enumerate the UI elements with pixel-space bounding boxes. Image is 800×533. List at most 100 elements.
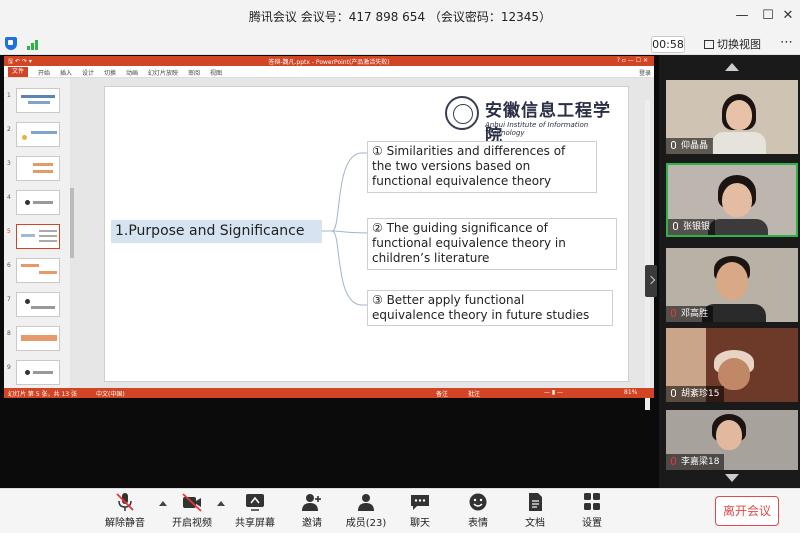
participant-tile[interactable]: 李嘉梁18 <box>666 410 798 470</box>
ribbon-tab-file[interactable]: 文件 <box>8 67 29 77</box>
point-1-line-3: functional equivalence theory <box>372 174 552 188</box>
settings-label: 设置 <box>582 518 602 529</box>
point-1-line-2: the two versions based on <box>372 159 531 173</box>
point-2-line-1: ② The guiding significance of <box>372 221 548 235</box>
start-video-button[interactable]: 开启视频 <box>162 492 222 529</box>
documents-button[interactable]: 文档 <box>505 492 565 529</box>
participant-nameplate: 仰晶晶 <box>666 138 714 154</box>
more-options-icon[interactable]: ⋯ <box>780 35 793 50</box>
chat-label: 聊天 <box>410 518 430 529</box>
unmute-button[interactable]: 解除静音 <box>95 492 155 529</box>
slide-thumbnail[interactable] <box>16 190 60 215</box>
share-screen-icon <box>246 494 264 511</box>
logo-english-name: Anhui Institute of Information Technolog… <box>485 121 589 137</box>
unmute-label: 解除静音 <box>105 518 145 529</box>
participant-nameplate: 胡紊珍15 <box>666 386 725 402</box>
participant-name: 仰晶晶 <box>681 141 709 151</box>
participant-tile[interactable]: 胡紊珍15 <box>666 328 798 402</box>
chat-bubble-icon <box>411 495 429 510</box>
video-options-chevron-icon[interactable] <box>217 501 225 506</box>
ribbon-tab-home[interactable]: 开始 <box>38 68 50 77</box>
thumbnail-number: 5 <box>7 228 11 235</box>
switch-view-button[interactable]: 切换视图 <box>704 36 761 53</box>
share-screen-button[interactable]: 共享屏幕 <box>225 492 285 529</box>
title-bar: 腾讯会议 会议号：417 898 654 （会议密码：12345） — ☐ ✕ <box>0 0 800 32</box>
ribbon-tab-animations[interactable]: 动画 <box>126 68 138 77</box>
settings-grid-icon <box>584 493 600 510</box>
slide-thumbnail[interactable] <box>16 360 60 385</box>
notes-button[interactable]: 备注 <box>436 389 448 398</box>
meeting-controls-bar: 解除静音 开启视频 共享屏幕 邀请 成员(23) 聊天 表情 文档 设置 离开会… <box>0 488 800 533</box>
slide-thumbnail[interactable] <box>16 88 60 113</box>
security-shield-icon[interactable] <box>5 37 17 50</box>
slide-thumbnail[interactable] <box>16 258 60 283</box>
current-slide[interactable]: 安徽信息工程学院 Anhui Institute of Information … <box>104 86 629 382</box>
ppt-status-bar: 幻灯片 第 5 张，共 13 张 中文(中国) 备注 批注 — ▮ — 81% <box>4 388 654 398</box>
ppt-window-controls[interactable]: ? ▫ — ☐ ✕ <box>617 57 648 64</box>
scroll-down-icon[interactable] <box>725 474 739 482</box>
chat-button[interactable]: 聊天 <box>390 492 450 529</box>
zoom-slider[interactable]: — ▮ — <box>544 389 563 396</box>
ribbon-tab-transitions[interactable]: 切换 <box>104 68 116 77</box>
members-icon <box>358 494 374 511</box>
switch-view-label: 切换视图 <box>717 38 761 51</box>
participant-tile[interactable]: 邓高胜 <box>666 248 798 322</box>
thumbnail-number: 3 <box>7 160 11 167</box>
ribbon-tab-slideshow[interactable]: 幻灯片放映 <box>148 68 178 77</box>
thumbnail-number: 8 <box>7 330 11 337</box>
members-button[interactable]: 成员(23) <box>336 492 396 529</box>
reactions-label: 表情 <box>468 518 488 529</box>
point-1-line-1: ① Similarities and differences of <box>372 144 566 158</box>
ppt-login[interactable]: 登录 <box>639 68 651 77</box>
share-screen-label: 共享屏幕 <box>235 518 275 529</box>
ribbon-tab-design[interactable]: 设计 <box>82 68 94 77</box>
point-2-line-3: children’s literature <box>372 251 490 265</box>
leave-meeting-button[interactable]: 离开会议 <box>715 496 779 526</box>
thumbnail-number: 9 <box>7 364 11 371</box>
slide-scrollbar[interactable] <box>645 100 650 410</box>
slide-thumbnail[interactable] <box>16 292 60 317</box>
mindmap-connector <box>322 152 371 306</box>
start-video-label: 开启视频 <box>172 518 212 529</box>
emoji-icon <box>469 493 487 511</box>
invite-button[interactable]: 邀请 <box>282 492 342 529</box>
participant-name: 胡紊珍15 <box>681 389 720 399</box>
members-label: 成员(23) <box>345 518 387 529</box>
slide-thumbnail[interactable] <box>16 156 60 181</box>
participant-tile[interactable]: 仰晶晶 <box>666 80 798 154</box>
reactions-button[interactable]: 表情 <box>448 492 508 529</box>
ribbon-tab-review[interactable]: 审阅 <box>188 68 200 77</box>
camera-off-icon <box>182 493 202 512</box>
ribbon-tab-insert[interactable]: 插入 <box>60 68 72 77</box>
comments-button[interactable]: 批注 <box>468 389 480 398</box>
microphone-muted-icon <box>671 457 676 465</box>
window-title: 腾讯会议 会议号：417 898 654 （会议密码：12345） <box>248 10 552 24</box>
participant-name: 李嘉梁18 <box>681 457 720 467</box>
point-3: ③ Better apply functional equivalence th… <box>367 290 613 326</box>
scroll-up-icon[interactable] <box>725 63 739 71</box>
network-signal-icon[interactable] <box>27 38 41 50</box>
point-2: ② The guiding significance of functional… <box>367 218 617 270</box>
point-3-line-1: ③ Better apply functional <box>372 293 525 307</box>
slide-heading: 1.Purpose and Significance <box>111 220 322 243</box>
minimize-button[interactable]: — <box>732 6 752 26</box>
slide-thumbnail-pane: 1 2 3 4 5 6 7 8 9 <box>4 78 74 388</box>
slide-thumbnail-selected[interactable] <box>16 224 60 249</box>
microphone-icon <box>671 389 676 397</box>
settings-button[interactable]: 设置 <box>562 492 622 529</box>
slide-thumbnail[interactable] <box>16 122 60 147</box>
thumbnail-number: 1 <box>7 92 11 99</box>
thumbnail-number: 6 <box>7 262 11 269</box>
ppt-title-bar: 🖫 ↶ ↷ ▾ 答辩-魏凡.pptx - PowerPoint(产品激活失败) … <box>4 56 654 66</box>
ribbon-tab-view[interactable]: 视图 <box>210 68 222 77</box>
slide-thumbnail[interactable] <box>16 326 60 351</box>
collapse-panel-icon[interactable] <box>645 265 657 297</box>
participant-name: 张银银 <box>683 222 711 232</box>
point-2-line-2: functional equivalence theory in <box>372 236 566 250</box>
participant-name: 邓高胜 <box>681 309 709 319</box>
participant-nameplate: 邓高胜 <box>666 306 714 322</box>
maximize-button[interactable]: ☐ <box>758 6 778 26</box>
participant-tile-active-speaker[interactable]: 张银银 <box>666 163 798 237</box>
powerpoint-window: 🖫 ↶ ↷ ▾ 答辩-魏凡.pptx - PowerPoint(产品激活失败) … <box>4 56 654 410</box>
close-button[interactable]: ✕ <box>778 6 798 26</box>
